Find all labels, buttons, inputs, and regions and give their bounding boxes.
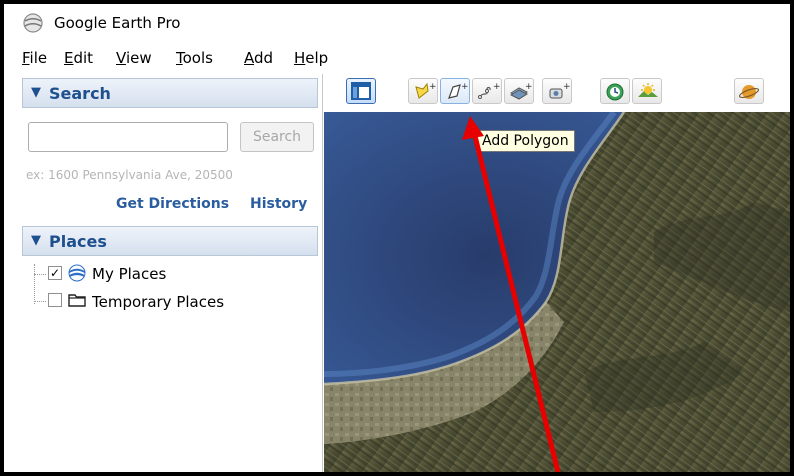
placemark-icon: + bbox=[415, 82, 436, 99]
image-overlay-icon: + bbox=[509, 82, 532, 100]
svg-text:+: + bbox=[525, 82, 532, 92]
add-polygon-button[interactable]: + bbox=[440, 78, 470, 104]
menu-edit[interactable]: Edit bbox=[64, 49, 93, 67]
map-view[interactable] bbox=[324, 112, 790, 472]
tree-line bbox=[34, 264, 35, 304]
sidebar-icon bbox=[351, 82, 371, 100]
history-link[interactable]: History bbox=[250, 196, 307, 212]
satellite-imagery bbox=[324, 112, 790, 472]
places-panel-header[interactable]: ▼ Places bbox=[22, 226, 318, 256]
my-places-checkbox[interactable]: ✓ bbox=[48, 266, 62, 280]
places-item-label[interactable]: My Places bbox=[92, 265, 166, 283]
historical-imagery-button[interactable] bbox=[600, 78, 630, 104]
menu-add[interactable]: Add bbox=[244, 49, 273, 67]
title-bar: Google Earth Pro bbox=[4, 4, 790, 42]
collapse-arrow-icon: ▼ bbox=[31, 85, 41, 100]
menu-view[interactable]: View bbox=[116, 49, 152, 67]
menu-file[interactable]: File bbox=[22, 49, 47, 67]
app-window: Google Earth Pro File Edit View Tools Ad… bbox=[4, 4, 790, 472]
window-title: Google Earth Pro bbox=[54, 14, 181, 32]
menu-bar: File Edit View Tools Add Help bbox=[4, 44, 790, 72]
globe-icon bbox=[68, 264, 86, 282]
path-icon: + bbox=[478, 82, 500, 99]
search-panel-title: Search bbox=[49, 84, 111, 103]
svg-text:+: + bbox=[461, 82, 468, 92]
tree-line bbox=[34, 301, 46, 302]
left-panel: ▼ Search Search ex: 1600 Pennsylvania Av… bbox=[4, 74, 323, 472]
add-polygon-tooltip: Add Polygon bbox=[476, 130, 575, 152]
search-panel-header[interactable]: ▼ Search bbox=[22, 78, 318, 108]
folder-icon bbox=[68, 294, 86, 307]
search-button[interactable]: Search bbox=[240, 122, 314, 152]
planet-icon bbox=[738, 85, 760, 99]
collapse-arrow-icon: ▼ bbox=[31, 233, 41, 248]
map-toolbar: + + + + + bbox=[324, 74, 790, 112]
add-path-button[interactable]: + bbox=[472, 78, 502, 104]
polygon-icon: + bbox=[448, 82, 468, 99]
svg-text:+: + bbox=[429, 82, 436, 92]
clock-icon bbox=[606, 83, 624, 101]
add-placemark-button[interactable]: + bbox=[408, 78, 438, 104]
record-tour-icon: + bbox=[549, 82, 570, 99]
menu-help[interactable]: Help bbox=[294, 49, 328, 67]
hide-sidebar-button[interactable] bbox=[346, 78, 376, 104]
get-directions-link[interactable]: Get Directions bbox=[116, 196, 229, 212]
add-image-overlay-button[interactable]: + bbox=[504, 78, 534, 104]
sunlight-button[interactable] bbox=[632, 78, 662, 104]
places-panel-title: Places bbox=[49, 232, 107, 251]
menu-tools[interactable]: Tools bbox=[176, 49, 213, 67]
sun-icon bbox=[638, 83, 658, 97]
svg-text:+: + bbox=[493, 82, 500, 92]
record-tour-button[interactable]: + bbox=[542, 78, 572, 104]
tree-line bbox=[34, 274, 46, 275]
temporary-places-checkbox[interactable] bbox=[48, 293, 62, 307]
search-input[interactable] bbox=[28, 122, 228, 152]
planet-switch-button[interactable] bbox=[734, 78, 764, 104]
svg-text:+: + bbox=[563, 82, 570, 92]
google-earth-icon bbox=[23, 13, 43, 33]
places-item-label[interactable]: Temporary Places bbox=[92, 293, 224, 311]
search-hint: ex: 1600 Pennsylvania Ave, 20500 bbox=[26, 168, 233, 182]
